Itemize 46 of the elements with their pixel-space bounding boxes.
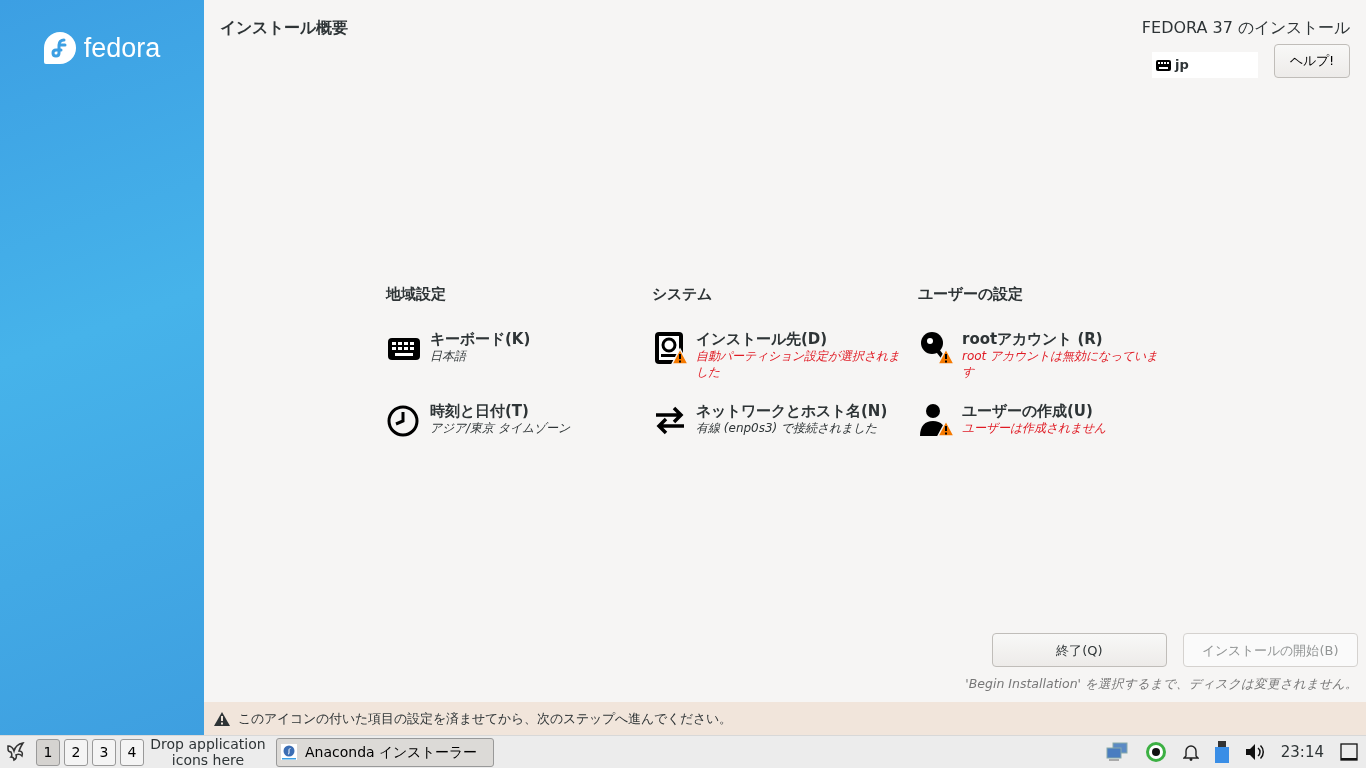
- settings-spoke[interactable]: キーボード(K) 日本語: [386, 329, 652, 380]
- spoke-title: 時刻と日付(T): [430, 401, 530, 420]
- settings-spoke[interactable]: インストール先(D) 自動パーティション設定が選択されました: [652, 329, 918, 380]
- spoke-status: root アカウントは無効になっています: [962, 347, 1160, 380]
- spoke-title: キーボード(K): [430, 329, 532, 348]
- category-heading: 地域設定: [386, 284, 447, 305]
- settings-spoke[interactable]: ネットワークとホスト名(N) 有線 (enp0s3) で接続されました: [652, 401, 918, 452]
- spoke-title: rootアカウント (R): [962, 329, 1104, 348]
- spoke-status: 自動パーティション設定が選択されました: [696, 347, 901, 380]
- spoke-status: ユーザーは作成されません: [962, 419, 1107, 436]
- speaker-icon[interactable]: [1244, 743, 1265, 761]
- keyboard-icon: [1156, 59, 1171, 71]
- warning-icon: [214, 711, 230, 726]
- warning-message: このアイコンの付いた項目の設定を済ませてから、次のステップへ進んでください。: [238, 709, 732, 728]
- record-status-icon[interactable]: [1144, 741, 1167, 763]
- category-heading: システム: [652, 284, 713, 305]
- settings-spoke[interactable]: 時刻と日付(T) アジア/東京 タイムゾーン: [386, 401, 652, 452]
- fedora-logo-icon: [43, 32, 76, 64]
- spoke-title: インストール先(D): [696, 329, 829, 348]
- spoke-title: ユーザーの作成(U): [962, 401, 1094, 420]
- show-desktop-icon[interactable]: [1340, 743, 1358, 761]
- page-title: インストール概要: [220, 17, 348, 39]
- network-computers-icon[interactable]: [1104, 742, 1129, 762]
- product-title: FEDORA 37 のインストール: [1141, 17, 1350, 39]
- workspace-button[interactable]: 2: [64, 738, 88, 766]
- disk-change-note: 'Begin Installation' を選択するまで、ディスクは変更されません。: [965, 675, 1358, 694]
- workspace-button[interactable]: 4: [120, 738, 144, 766]
- workspace-button[interactable]: 1: [36, 738, 60, 766]
- quit-button[interactable]: 終了(Q): [992, 633, 1167, 668]
- keyboard-layout-indicator[interactable]: jp: [1152, 52, 1258, 78]
- bell-icon[interactable]: [1182, 743, 1199, 761]
- settings-spoke[interactable]: rootアカウント (R) root アカウントは無効になっています: [918, 329, 1184, 380]
- spoke-status: 日本語: [430, 347, 468, 364]
- installer-icon: [281, 744, 297, 760]
- usb-drive-icon[interactable]: [1214, 741, 1229, 763]
- taskbar-window-button[interactable]: Anaconda インストーラー: [276, 737, 494, 767]
- category-heading: ユーザーの設定: [918, 284, 1024, 305]
- help-button[interactable]: ヘルプ!: [1274, 44, 1350, 78]
- spoke-status: 有線 (enp0s3) で接続されました: [696, 419, 879, 436]
- drop-hint: Drop application icons here: [149, 736, 267, 768]
- spoke-title: ネットワークとホスト名(N): [696, 401, 889, 420]
- workspace-button[interactable]: 3: [92, 738, 116, 766]
- spoke-status: アジア/東京 タイムゾーン: [430, 419, 571, 436]
- settings-spoke[interactable]: ユーザーの作成(U) ユーザーは作成されません: [918, 401, 1184, 452]
- clock[interactable]: 23:14: [1280, 740, 1324, 764]
- logo-text: fedora: [83, 34, 161, 62]
